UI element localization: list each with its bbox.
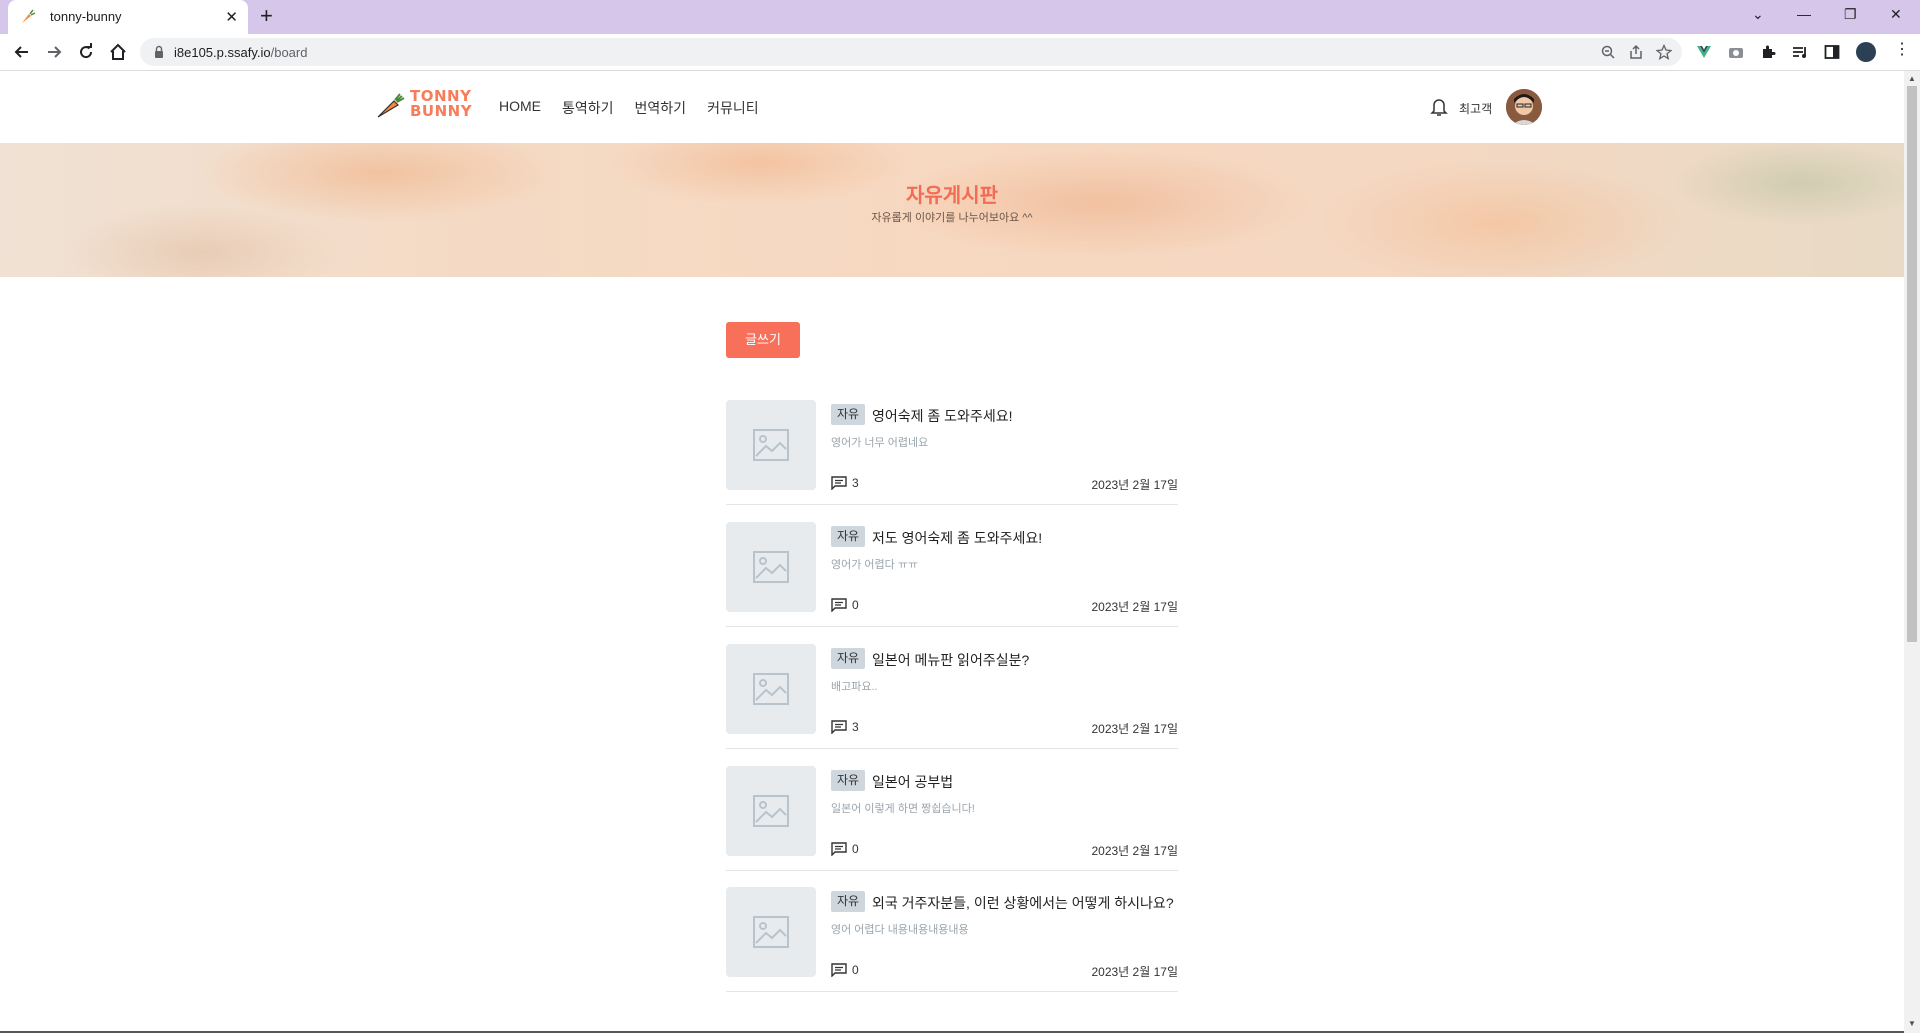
arrow-left-icon[interactable] <box>12 42 32 62</box>
image-placeholder-icon <box>753 551 789 583</box>
lock-icon[interactable] <box>152 45 166 59</box>
share-icon[interactable] <box>1628 44 1644 60</box>
browser-tab[interactable]: tonny-bunny ✕ <box>8 0 248 34</box>
minimize-button[interactable]: — <box>1797 6 1811 22</box>
image-placeholder-icon <box>753 673 789 705</box>
post-item[interactable]: 자유 일본어 메뉴판 읽어주실분? 배고파요.. 3 2023년 2월 17일 <box>726 644 1178 749</box>
category-badge: 자유 <box>831 404 866 425</box>
scroll-down-arrow[interactable]: ▼ <box>1908 1019 1916 1028</box>
url-text[interactable]: i8e105.p.ssafy.io/board <box>174 45 307 60</box>
close-window-button[interactable]: ✕ <box>1890 6 1902 23</box>
image-placeholder-icon <box>753 429 789 461</box>
post-date: 2023년 2월 17일 <box>1091 722 1178 736</box>
category-badge: 자유 <box>831 648 866 669</box>
post-thumbnail <box>726 522 816 612</box>
post-thumbnail <box>726 400 816 490</box>
arrow-right-icon[interactable] <box>44 42 64 62</box>
page-subtitle: 자유롭게 이야기를 나누어보아요 ^^ <box>871 212 1033 224</box>
comment-icon <box>831 963 847 977</box>
category-badge: 자유 <box>831 891 866 912</box>
carrot-icon <box>22 9 36 23</box>
username[interactable]: 최고객 <box>1459 100 1492 117</box>
image-placeholder-icon <box>753 795 789 827</box>
vue-devtools-icon[interactable] <box>1696 44 1712 60</box>
comment-count: 3 <box>852 720 859 734</box>
camera-icon[interactable] <box>1728 44 1744 60</box>
logo-text: TONNY BUNNY <box>410 87 473 120</box>
menu-icon[interactable]: ⋮ <box>1894 42 1910 58</box>
post-title[interactable]: 영어숙제 좀 도와주세요! <box>872 406 1012 426</box>
comment-icon <box>831 476 847 490</box>
post-date: 2023년 2월 17일 <box>1091 844 1178 858</box>
comment-icon <box>831 842 847 856</box>
browser-tab-strip: tonny-bunny ✕ + ⌄ — ❐ ✕ <box>0 0 1920 34</box>
post-title[interactable]: 외국 거주자분들, 이런 상황에서는 어떻게 하시나요? <box>872 893 1174 913</box>
post-item[interactable]: 자유 영어숙제 좀 도와주세요! 영어가 너무 어렵네요 3 2023년 2월 … <box>726 400 1178 505</box>
post-title[interactable]: 일본어 메뉴판 읽어주실분? <box>872 650 1029 670</box>
restore-button[interactable]: ❐ <box>1844 6 1857 23</box>
new-tab-button[interactable]: + <box>260 5 273 27</box>
address-bar[interactable]: i8e105.p.ssafy.io/board <box>140 38 1682 66</box>
write-post-button[interactable]: 글쓰기 <box>726 322 800 358</box>
category-badge: 자유 <box>831 526 866 547</box>
browser-toolbar: i8e105.p.ssafy.io/board ⋮ <box>0 34 1920 71</box>
post-excerpt: 배고파요.. <box>831 681 878 693</box>
scroll-up-arrow[interactable]: ▲ <box>1908 74 1916 83</box>
star-icon[interactable] <box>1656 44 1672 60</box>
post-thumbnail <box>726 766 816 856</box>
post-date: 2023년 2월 17일 <box>1091 600 1178 614</box>
site-header: TONNY BUNNY HOME 통역하기 번역하기 커뮤니티 최고객 <box>0 71 1904 143</box>
vertical-scrollbar[interactable]: ▲ ▼ <box>1904 71 1920 1033</box>
main-nav: HOME 통역하기 번역하기 커뮤니티 <box>499 98 780 118</box>
post-excerpt: 영어가 너무 어렵네요 <box>831 437 929 449</box>
tab-close-icon[interactable]: ✕ <box>225 8 238 26</box>
tab-search-icon[interactable]: ⌄ <box>1752 6 1764 23</box>
image-placeholder-icon <box>753 916 789 948</box>
avatar[interactable] <box>1506 89 1542 125</box>
site-logo[interactable]: TONNY BUNNY <box>376 87 472 123</box>
reading-list-icon[interactable] <box>1792 44 1808 60</box>
post-excerpt: 영어가 어렵다 ㅠㅠ <box>831 559 919 571</box>
nav-translate[interactable]: 번역하기 <box>635 98 687 118</box>
post-item[interactable]: 자유 외국 거주자분들, 이런 상황에서는 어떻게 하시나요? 영어 어렵다 내… <box>726 887 1178 992</box>
nav-interpret[interactable]: 통역하기 <box>562 98 614 118</box>
home-icon[interactable] <box>108 42 128 62</box>
post-date: 2023년 2월 17일 <box>1091 478 1178 492</box>
post-item[interactable]: 자유 일본어 공부법 일본어 이렇게 하면 짱쉽습니다! 0 2023년 2월 … <box>726 766 1178 871</box>
comment-count: 3 <box>852 476 859 490</box>
post-thumbnail <box>726 644 816 734</box>
reload-icon[interactable] <box>76 42 96 62</box>
side-panel-icon[interactable] <box>1824 44 1840 60</box>
profile-avatar[interactable] <box>1856 42 1876 62</box>
comment-count: 0 <box>852 963 859 977</box>
bell-icon[interactable] <box>1430 97 1448 117</box>
post-title[interactable]: 일본어 공부법 <box>872 772 953 792</box>
extensions-icon[interactable] <box>1760 44 1776 60</box>
scrollbar-thumb[interactable] <box>1907 86 1917 642</box>
comment-icon <box>831 720 847 734</box>
nav-community[interactable]: 커뮤니티 <box>707 98 759 118</box>
comment-count: 0 <box>852 842 859 856</box>
page-viewport: TONNY BUNNY HOME 통역하기 번역하기 커뮤니티 최고객 자유게시… <box>0 71 1904 1033</box>
post-date: 2023년 2월 17일 <box>1091 965 1178 979</box>
post-excerpt: 영어 어렵다 내용내용내용내용 <box>831 924 969 936</box>
avatar-photo <box>1506 89 1542 125</box>
post-title[interactable]: 저도 영어숙제 좀 도와주세요! <box>872 528 1042 548</box>
post-excerpt: 일본어 이렇게 하면 짱쉽습니다! <box>831 803 975 815</box>
board-banner: 자유게시판 자유롭게 이야기를 나누어보아요 ^^ <box>0 143 1904 277</box>
nav-home[interactable]: HOME <box>499 98 541 118</box>
post-thumbnail <box>726 887 816 977</box>
zoom-icon[interactable] <box>1600 44 1616 60</box>
carrot-logo-icon <box>377 93 405 118</box>
tab-title: tonny-bunny <box>50 9 122 24</box>
page-title: 자유게시판 <box>906 185 998 207</box>
comment-count: 0 <box>852 598 859 612</box>
post-item[interactable]: 자유 저도 영어숙제 좀 도와주세요! 영어가 어렵다 ㅠㅠ 0 2023년 2… <box>726 522 1178 627</box>
comment-icon <box>831 598 847 612</box>
category-badge: 자유 <box>831 770 866 791</box>
